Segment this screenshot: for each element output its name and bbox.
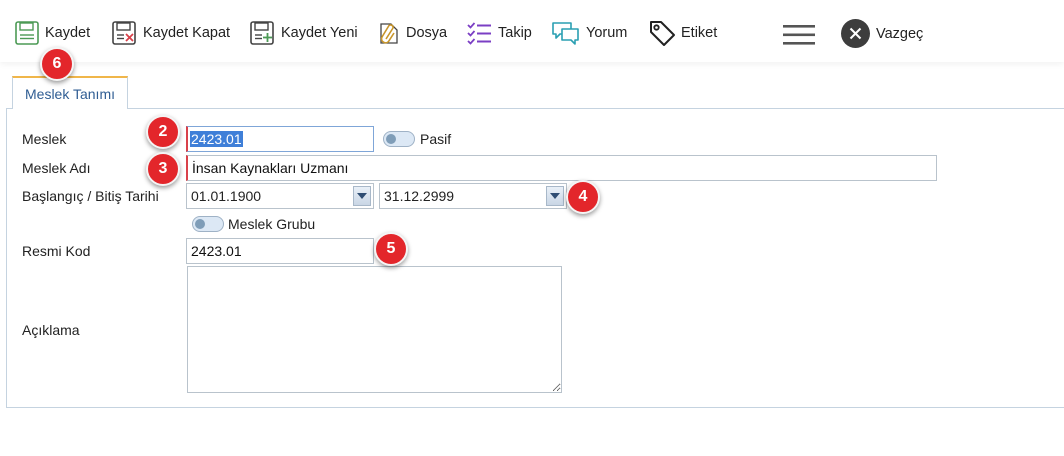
official-code-label: Resmi Kod bbox=[22, 243, 91, 259]
paperclip-document-icon bbox=[380, 23, 398, 44]
follow-label: Takip bbox=[498, 25, 532, 41]
end-date-value: 31.12.2999 bbox=[384, 188, 455, 204]
name-label: Meslek Adı bbox=[22, 160, 91, 176]
save-close-label: Kaydet Kapat bbox=[143, 25, 231, 41]
toolbar: Kaydet Kaydet Kapat Kaydet Yeni Dosya Ta… bbox=[0, 0, 1064, 62]
save-new-button[interactable]: Kaydet Yeni bbox=[249, 18, 358, 48]
code-label: Meslek bbox=[22, 131, 67, 147]
save-close-button[interactable]: Kaydet Kapat bbox=[111, 18, 230, 48]
toggle-knob bbox=[195, 219, 205, 229]
close-icon bbox=[841, 19, 870, 48]
cancel-label: Vazgeç bbox=[876, 25, 924, 42]
chevron-down-icon bbox=[357, 193, 367, 199]
end-date-dropdown-button[interactable] bbox=[546, 186, 564, 206]
comment-button[interactable]: Yorum bbox=[551, 18, 627, 48]
passive-label: Pasif bbox=[420, 131, 452, 147]
tag-label: Etiket bbox=[681, 25, 718, 41]
follow-button[interactable]: Takip bbox=[466, 18, 532, 48]
annotation-badge: 4 bbox=[566, 180, 600, 214]
start-date-picker[interactable]: 01.01.1900 bbox=[186, 183, 374, 209]
hamburger-menu-icon[interactable] bbox=[783, 25, 815, 48]
code-selected-text: 2423.01 bbox=[190, 131, 243, 147]
end-date-picker[interactable]: 31.12.2999 bbox=[379, 183, 567, 209]
toggle-knob bbox=[386, 134, 396, 144]
checklist-icon bbox=[467, 22, 491, 45]
official-code-input[interactable] bbox=[186, 238, 374, 264]
cancel-button[interactable]: Vazgeç bbox=[841, 19, 923, 48]
tag-button[interactable]: Etiket bbox=[648, 18, 717, 48]
file-label: Dosya bbox=[406, 25, 448, 41]
dates-label: Başlangıç / Bitiş Tarihi bbox=[22, 188, 159, 204]
comment-label: Yorum bbox=[586, 25, 628, 41]
save-button[interactable]: Kaydet bbox=[14, 18, 90, 48]
name-input[interactable] bbox=[186, 155, 937, 181]
start-date-value: 01.01.1900 bbox=[191, 188, 262, 204]
group-label: Meslek Grubu bbox=[228, 216, 316, 232]
floppy-disk-close-icon bbox=[112, 21, 136, 45]
chat-bubbles-icon bbox=[552, 22, 579, 45]
code-input[interactable]: 2423.01 bbox=[186, 126, 374, 152]
tab-meslek-tanimi[interactable]: Meslek Tanımı bbox=[12, 76, 128, 109]
annotation-badge: 3 bbox=[146, 152, 180, 186]
floppy-disk-icon bbox=[15, 21, 39, 45]
group-toggle[interactable] bbox=[192, 216, 224, 232]
save-label: Kaydet bbox=[45, 25, 91, 41]
tab-label: Meslek Tanımı bbox=[25, 85, 115, 102]
floppy-disk-new-icon bbox=[250, 21, 274, 45]
description-label: Açıklama bbox=[22, 322, 80, 338]
description-textarea[interactable] bbox=[187, 266, 562, 393]
start-date-dropdown-button[interactable] bbox=[353, 186, 371, 206]
annotation-badge: 5 bbox=[374, 232, 408, 266]
chevron-down-icon bbox=[550, 193, 560, 199]
save-new-label: Kaydet Yeni bbox=[281, 25, 358, 41]
tag-icon bbox=[650, 21, 675, 46]
annotation-badge: 2 bbox=[146, 115, 180, 149]
passive-toggle[interactable] bbox=[383, 131, 415, 147]
annotation-badge: 6 bbox=[40, 47, 74, 81]
file-button[interactable]: Dosya bbox=[377, 18, 447, 48]
